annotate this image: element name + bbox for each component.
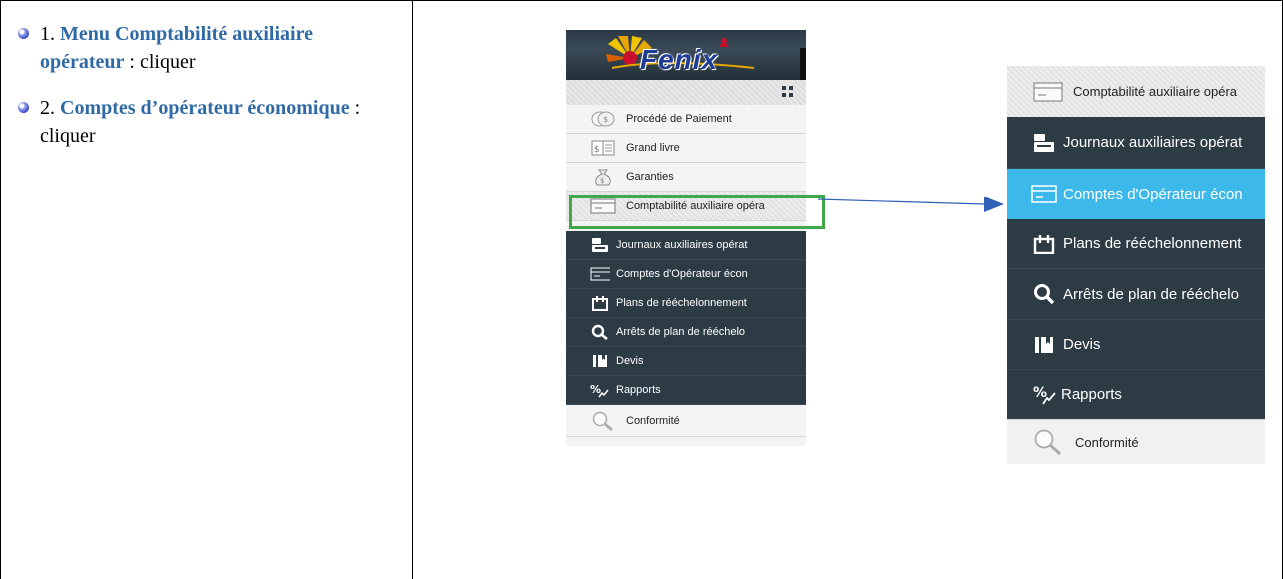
menu-item-comptabilite-auxiliaire[interactable]: Comptabilité auxiliaire opéra: [1007, 66, 1265, 117]
highlight-box: [569, 195, 825, 229]
book-icon: [1033, 335, 1055, 355]
menu-item-arrets-plan[interactable]: Arrêts de plan de rééchelo: [566, 318, 806, 347]
cash-register-icon: [1033, 133, 1055, 153]
menu-item-label: Plans de rééchelonnement: [616, 297, 747, 309]
svg-text:$: $: [594, 145, 600, 155]
step-suffix: : cliquer: [124, 51, 196, 73]
calendar-icon: [590, 294, 610, 312]
menu-item-label: Arrêts de plan de rééchelo: [1063, 285, 1239, 303]
svg-text:%: %: [590, 383, 601, 396]
book-icon: [590, 352, 610, 370]
menu-item-label: Rapports: [1061, 385, 1122, 403]
table-border-left: [0, 0, 1, 579]
menu-item-label: Journaux auxiliaires opérat: [616, 239, 748, 251]
menu-item-procede-paiement[interactable]: $ Procédé de Paiement: [566, 105, 806, 134]
ledger-icon: $: [590, 139, 616, 157]
menu-item-label: Arrêts de plan de rééchelo: [616, 326, 746, 338]
menu-item-conformite[interactable]: Conformité: [1007, 419, 1265, 464]
logo-bar: Fenix: [566, 30, 806, 80]
card-icon: [590, 265, 610, 283]
menu-item-label: Comptes d'Opérateur écon: [1063, 185, 1243, 203]
menu-item-label: Procédé de Paiement: [626, 113, 732, 125]
money-bag-icon: $: [590, 168, 616, 186]
steps-list: 1. Menu Comptabilité auxiliaire opérateu…: [16, 20, 396, 150]
card-icon: [1033, 82, 1063, 102]
menu-item-label: Rapports: [616, 384, 661, 396]
menu-item-label: Plans de rééchelonnement: [1063, 235, 1242, 252]
menu-item-plans-reechelonnement[interactable]: Plans de rééchelonnement: [566, 289, 806, 318]
logo-text: Fenix: [640, 44, 719, 75]
step-number: 2.: [40, 97, 55, 119]
menu-item-conformite[interactable]: Conformité: [566, 405, 806, 437]
grid-icon[interactable]: [782, 86, 794, 98]
svg-text:%: %: [1033, 385, 1047, 401]
magnifier-icon: [590, 411, 616, 431]
menu-item-label: Devis: [616, 355, 644, 367]
menu-item-label: Comptabilité auxiliaire opéra: [1073, 84, 1238, 99]
search-icon: [590, 323, 610, 341]
menu-item-grand-livre[interactable]: $ Grand livre: [566, 134, 806, 163]
table-border-top: [0, 0, 1283, 1]
bullet-icon: [18, 28, 29, 39]
menu-item-label: Comptes d'Opérateur écon: [616, 268, 748, 280]
fenix-logo: Fenix: [604, 32, 764, 78]
menu-item-devis[interactable]: Devis: [1007, 320, 1265, 370]
menu-item-label: Conformité: [1075, 434, 1139, 450]
menu-item-label: Devis: [1063, 336, 1101, 353]
menu-item-journaux-auxiliaires[interactable]: Journaux auxiliaires opérat: [566, 231, 806, 260]
menu-toggle-row: [566, 80, 806, 105]
step-number: 1.: [40, 23, 55, 45]
menu-item-devis[interactable]: Devis: [566, 347, 806, 376]
menu-item-comptes-operateur[interactable]: Comptes d'Opérateur écon: [1007, 169, 1265, 219]
instructions-cell: 1. Menu Comptabilité auxiliaire opérateu…: [16, 20, 396, 168]
coins-icon: $: [590, 110, 616, 128]
step-link: Comptes d’opérateur économique: [60, 97, 350, 119]
menu-item-label: Conformité: [626, 414, 680, 427]
large-menu-screenshot: Comptabilité auxiliaire opéra Journaux a…: [1007, 66, 1265, 464]
magnifier-icon: [1033, 429, 1063, 455]
menu-item-rapports[interactable]: % Rapports: [1007, 370, 1265, 419]
bullet-icon: [18, 102, 29, 113]
calendar-icon: [1033, 234, 1055, 254]
logo-edge: [800, 48, 806, 80]
menu-item-plans-reechelonnement[interactable]: Plans de rééchelonnement: [1007, 219, 1265, 269]
small-menu-screenshot: Fenix $ Procédé de Paiement $ Grand livr…: [566, 30, 806, 446]
menu-item-label: Journaux auxiliaires opérat: [1063, 134, 1243, 151]
arrow-icon: [818, 197, 1004, 212]
step-item: 1. Menu Comptabilité auxiliaire opérateu…: [16, 20, 396, 76]
menu-item-comptes-operateur[interactable]: Comptes d'Opérateur écon: [566, 260, 806, 289]
step-item: 2. Comptes d’opérateur économique : cliq…: [16, 94, 396, 150]
menu-item-journaux-auxiliaires[interactable]: Journaux auxiliaires opérat: [1007, 117, 1265, 169]
search-icon: [1033, 283, 1055, 305]
cash-register-icon: [590, 236, 610, 254]
menu-item-label: Grand livre: [626, 142, 680, 154]
menu-item-garanties[interactable]: $ Garanties: [566, 163, 806, 192]
table-column-divider: [412, 0, 413, 579]
menu-item-arrets-plan[interactable]: Arrêts de plan de rééchelo: [1007, 269, 1265, 320]
svg-text:$: $: [603, 115, 608, 124]
svg-text:$: $: [600, 177, 604, 185]
percent-chart-icon: %: [1033, 383, 1057, 405]
percent-chart-icon: %: [590, 381, 610, 399]
menu-item-rapports[interactable]: % Rapports: [566, 376, 806, 405]
card-icon: [1031, 185, 1057, 203]
menu-item-label: Garanties: [626, 171, 674, 183]
